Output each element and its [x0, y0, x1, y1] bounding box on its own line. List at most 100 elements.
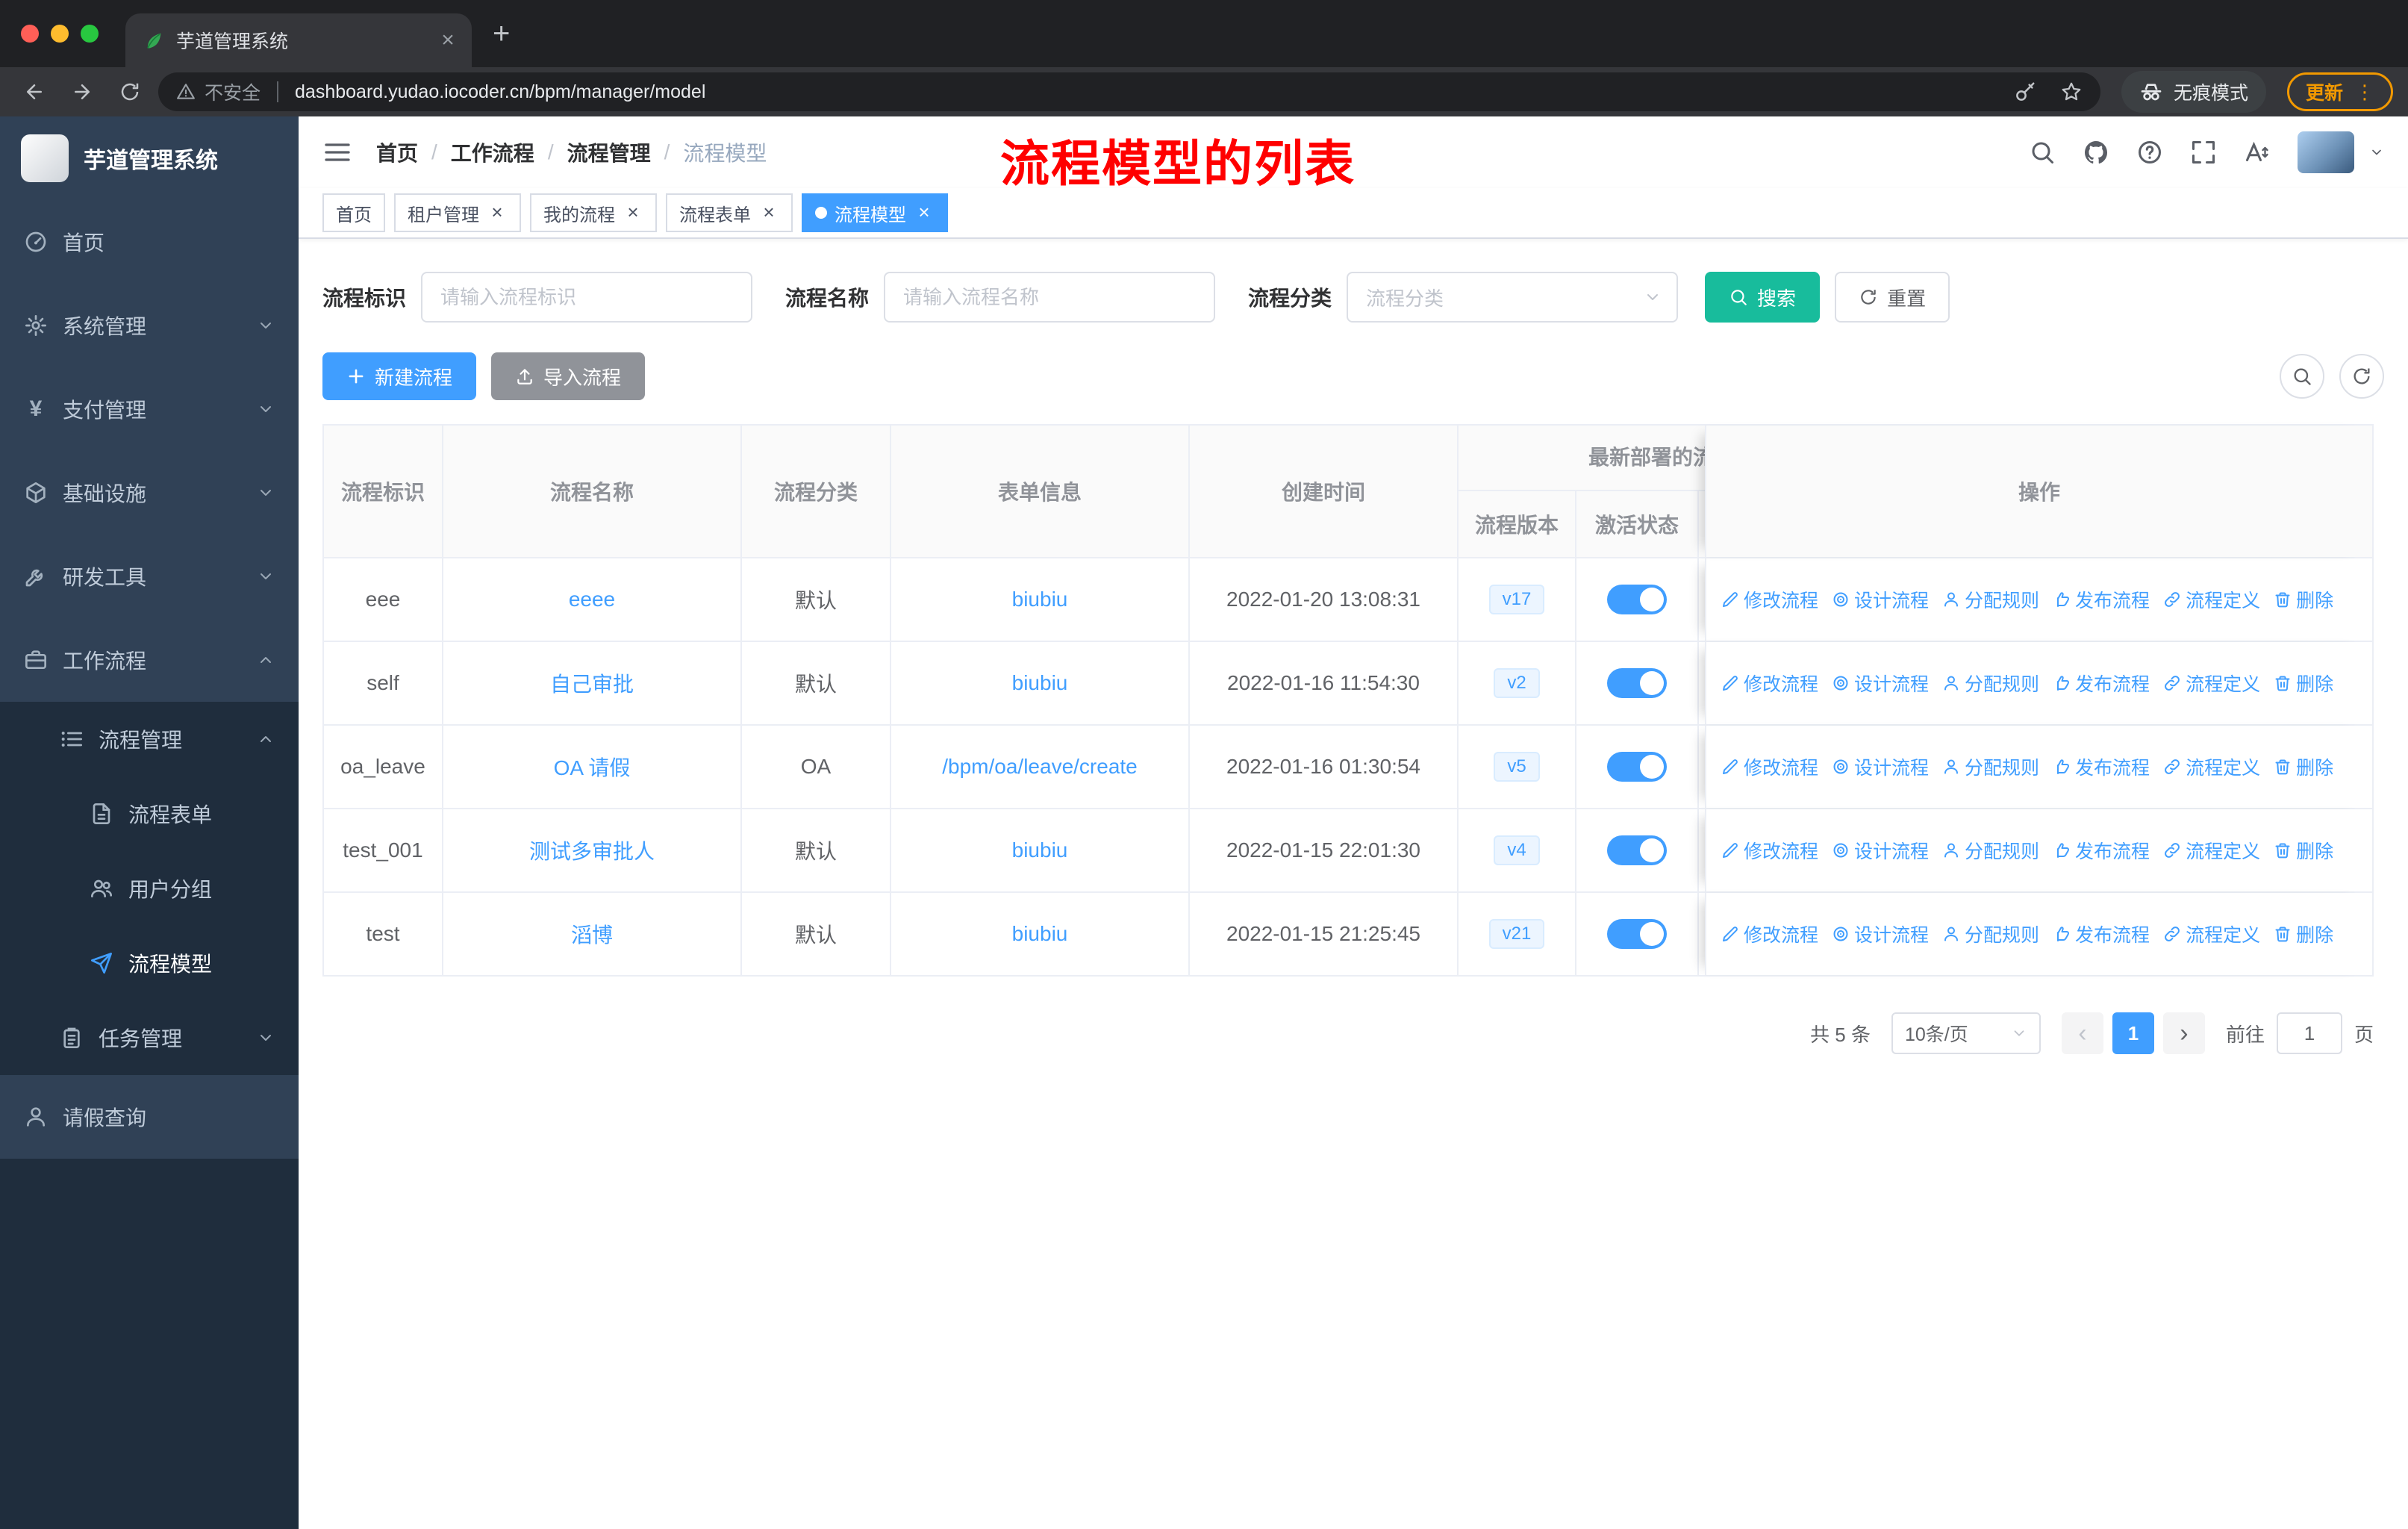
import-process-button[interactable]: 导入流程	[491, 352, 646, 400]
sidebar-item-dev-tools[interactable]: 研发工具	[0, 535, 299, 618]
active-toggle[interactable]	[1607, 752, 1667, 782]
toggle-search-button[interactable]	[2280, 354, 2324, 399]
design-process-button[interactable]: 设计流程	[1832, 586, 1929, 613]
publish-process-button[interactable]: 发布流程	[2053, 670, 2150, 697]
help-icon[interactable]	[2136, 139, 2163, 166]
design-process-button[interactable]: 设计流程	[1832, 921, 1929, 947]
delete-button[interactable]: 删除	[2274, 753, 2333, 780]
publish-process-button[interactable]: 发布流程	[2053, 586, 2150, 613]
modify-process-button[interactable]: 修改流程	[1721, 670, 1818, 697]
design-process-button[interactable]: 设计流程	[1832, 837, 1929, 864]
tab-close-icon[interactable]: ×	[436, 28, 460, 53]
search-icon[interactable]	[2029, 139, 2056, 166]
minimize-window-button[interactable]	[51, 25, 69, 43]
create-process-button[interactable]: 新建流程	[322, 352, 477, 400]
github-icon[interactable]	[2083, 139, 2109, 166]
model-name-link[interactable]: 滔博	[571, 919, 613, 949]
new-tab-button[interactable]: +	[472, 17, 531, 51]
delete-button[interactable]: 删除	[2274, 837, 2333, 864]
design-process-button[interactable]: 设计流程	[1832, 753, 1929, 780]
goto-page-input[interactable]	[2276, 1012, 2342, 1054]
active-toggle[interactable]	[1607, 668, 1667, 698]
sidebar-item-user-group[interactable]: 用户分组	[0, 851, 299, 926]
forward-button[interactable]	[63, 72, 102, 111]
browser-menu-icon[interactable]: ⋮	[2355, 81, 2374, 104]
form-info-link[interactable]: biubiu	[1012, 588, 1068, 611]
publish-process-button[interactable]: 发布流程	[2053, 921, 2150, 947]
assign-rule-button[interactable]: 分配规则	[1942, 586, 2039, 613]
tag-my-process[interactable]: 我的流程 ×	[530, 193, 657, 232]
process-definition-button[interactable]: 流程定义	[2163, 670, 2260, 697]
sidebar-item-payment[interactable]: ¥ 支付管理	[0, 367, 299, 451]
publish-process-button[interactable]: 发布流程	[2053, 753, 2150, 780]
sidebar-item-workflow[interactable]: 工作流程	[0, 618, 299, 702]
breadcrumb-home[interactable]: 首页	[376, 137, 418, 167]
form-info-link[interactable]: /bpm/oa/leave/create	[942, 755, 1138, 779]
breadcrumb-workflow[interactable]: 工作流程	[451, 137, 534, 167]
zoom-window-button[interactable]	[81, 25, 99, 43]
refresh-table-button[interactable]	[2339, 354, 2384, 399]
tag-process-form[interactable]: 流程表单 ×	[666, 193, 793, 232]
assign-rule-button[interactable]: 分配规则	[1942, 921, 2039, 947]
next-page-button[interactable]: ›	[2162, 1012, 2205, 1054]
process-definition-button[interactable]: 流程定义	[2163, 837, 2260, 864]
breadcrumb-process-manage[interactable]: 流程管理	[567, 137, 651, 167]
model-name-link[interactable]: OA 请假	[554, 752, 631, 782]
font-size-icon[interactable]	[2244, 139, 2271, 166]
sidebar-item-infra[interactable]: 基础设施	[0, 451, 299, 535]
app-logo[interactable]: 芋道管理系统	[0, 116, 299, 200]
tag-home[interactable]: 首页	[322, 193, 385, 232]
sidebar-item-system[interactable]: 系统管理	[0, 284, 299, 367]
bookmark-star-icon[interactable]	[2060, 81, 2083, 103]
modify-process-button[interactable]: 修改流程	[1721, 921, 1818, 947]
process-name-input[interactable]	[884, 272, 1216, 323]
tag-close-icon[interactable]: ×	[758, 202, 779, 223]
key-icon[interactable]	[2014, 81, 2036, 103]
search-button[interactable]: 搜索	[1705, 272, 1821, 323]
sidebar-item-process-form[interactable]: 流程表单	[0, 776, 299, 851]
fullscreen-icon[interactable]	[2190, 139, 2217, 166]
delete-button[interactable]: 删除	[2274, 921, 2333, 947]
model-name-link[interactable]: 自己审批	[550, 668, 634, 698]
tag-close-icon[interactable]: ×	[914, 202, 935, 223]
user-avatar[interactable]	[2298, 131, 2354, 173]
assign-rule-button[interactable]: 分配规则	[1942, 837, 2039, 864]
delete-button[interactable]: 删除	[2274, 670, 2333, 697]
tag-tenant-manage[interactable]: 租户管理 ×	[394, 193, 521, 232]
sidebar-toggle-icon[interactable]	[322, 137, 352, 167]
sidebar-item-process-model[interactable]: 流程模型	[0, 926, 299, 1000]
assign-rule-button[interactable]: 分配规则	[1942, 753, 2039, 780]
prev-page-button[interactable]: ‹	[2061, 1012, 2103, 1054]
form-info-link[interactable]: biubiu	[1012, 922, 1068, 946]
sidebar-item-home[interactable]: 首页	[0, 200, 299, 284]
model-name-link[interactable]: eeee	[569, 588, 615, 611]
model-name-link[interactable]: 测试多审批人	[529, 835, 655, 865]
modify-process-button[interactable]: 修改流程	[1721, 753, 1818, 780]
tag-close-icon[interactable]: ×	[623, 202, 643, 223]
browser-tab[interactable]: 芋道管理系统 ×	[125, 13, 472, 67]
form-info-link[interactable]: biubiu	[1012, 671, 1068, 695]
modify-process-button[interactable]: 修改流程	[1721, 586, 1818, 613]
sidebar-item-process-manage[interactable]: 流程管理	[0, 702, 299, 776]
process-definition-button[interactable]: 流程定义	[2163, 586, 2260, 613]
publish-process-button[interactable]: 发布流程	[2053, 837, 2150, 864]
design-process-button[interactable]: 设计流程	[1832, 670, 1929, 697]
assign-rule-button[interactable]: 分配规则	[1942, 670, 2039, 697]
page-number-button[interactable]: 1	[2112, 1012, 2154, 1054]
sidebar-item-leave-query[interactable]: 请假查询	[0, 1075, 299, 1159]
process-definition-button[interactable]: 流程定义	[2163, 753, 2260, 780]
form-info-link[interactable]: biubiu	[1012, 838, 1068, 862]
active-toggle[interactable]	[1607, 835, 1667, 865]
delete-button[interactable]: 删除	[2274, 586, 2333, 613]
process-definition-button[interactable]: 流程定义	[2163, 921, 2260, 947]
close-window-button[interactable]	[21, 25, 39, 43]
page-size-select[interactable]: 10条/页	[1891, 1012, 2041, 1054]
reload-button[interactable]	[110, 72, 149, 111]
tag-close-icon[interactable]: ×	[487, 202, 508, 223]
active-toggle[interactable]	[1607, 919, 1667, 949]
reset-button[interactable]: 重置	[1835, 272, 1950, 323]
back-button[interactable]	[15, 72, 54, 111]
sidebar-item-task-manage[interactable]: 任务管理	[0, 1000, 299, 1075]
process-id-input[interactable]	[421, 272, 753, 323]
modify-process-button[interactable]: 修改流程	[1721, 837, 1818, 864]
